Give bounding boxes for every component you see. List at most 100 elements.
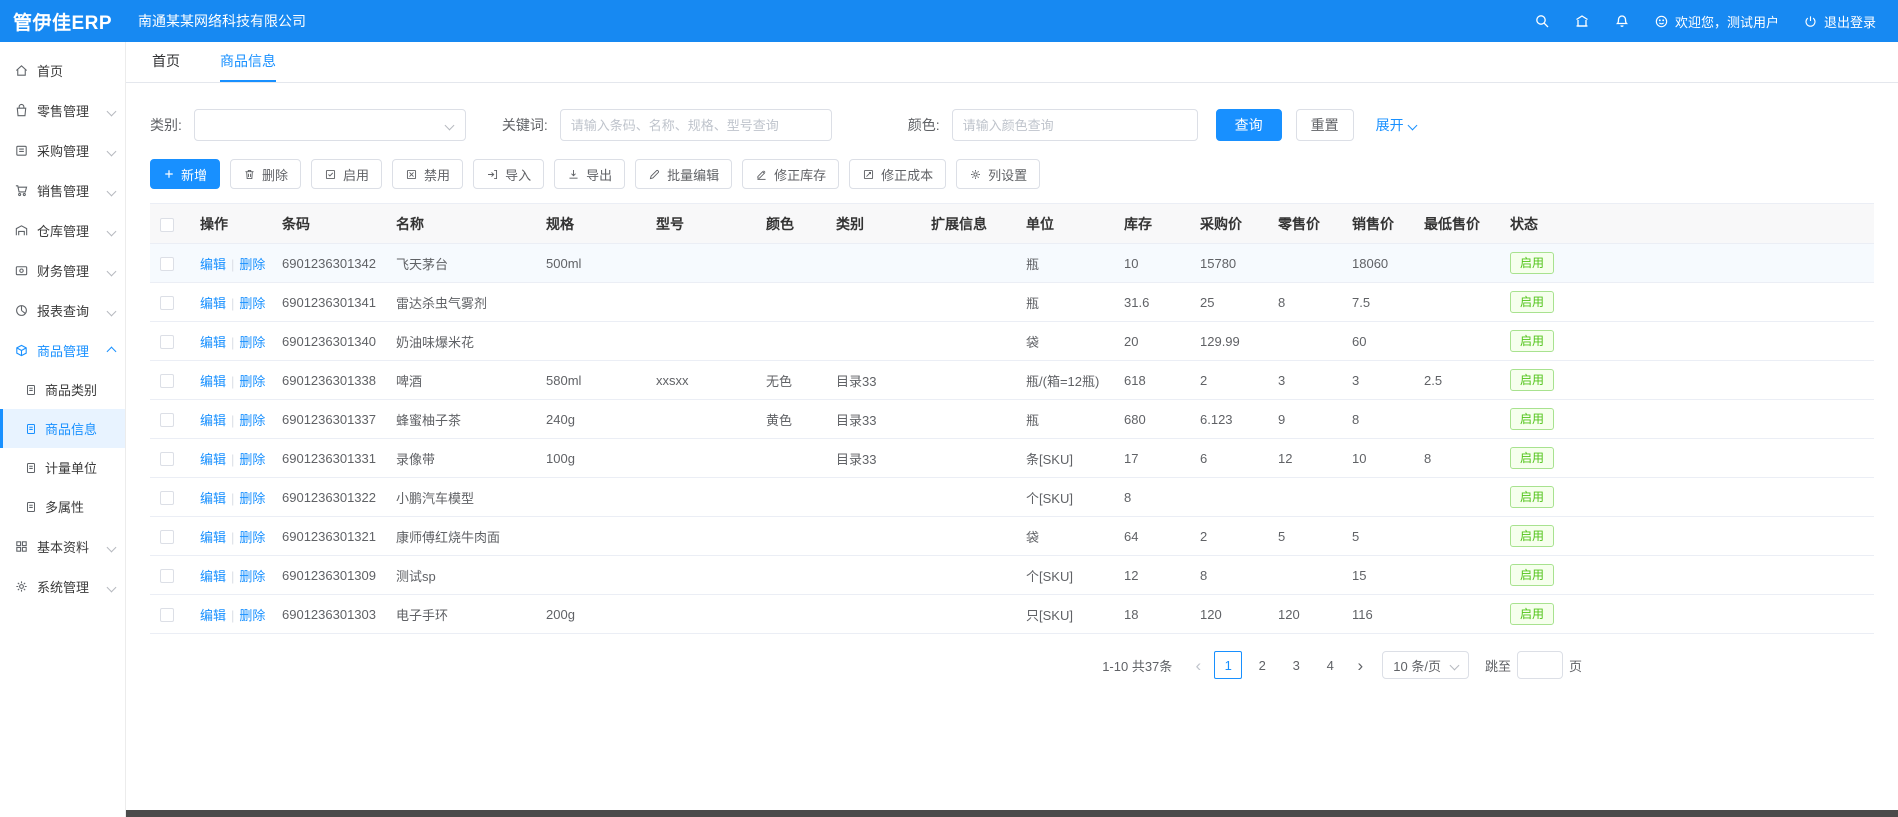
- row-checkbox[interactable]: [160, 530, 174, 544]
- chevron-down-icon: [1450, 660, 1460, 670]
- delete-link[interactable]: 删除: [239, 296, 265, 311]
- row-checkbox[interactable]: [160, 413, 174, 427]
- search-icon[interactable]: [1534, 13, 1550, 29]
- column-settings-button[interactable]: 列设置: [956, 159, 1040, 189]
- disable-button[interactable]: 禁用: [392, 159, 463, 189]
- row-checkbox[interactable]: [160, 491, 174, 505]
- page-button-2[interactable]: 2: [1248, 651, 1276, 679]
- delete-link[interactable]: 删除: [239, 413, 265, 428]
- add-button[interactable]: 新增: [150, 159, 220, 189]
- horizontal-scrollbar[interactable]: [126, 810, 1898, 817]
- edit-link[interactable]: 编辑: [200, 413, 226, 428]
- edit-link[interactable]: 编辑: [200, 452, 226, 467]
- edit-link[interactable]: 编辑: [200, 530, 226, 545]
- sidebar-item-product[interactable]: 商品管理: [0, 330, 125, 370]
- tab-home[interactable]: 首页: [152, 42, 180, 82]
- welcome-user[interactable]: 欢迎您，测试用户: [1654, 12, 1779, 31]
- row-checkbox[interactable]: [160, 296, 174, 310]
- next-page-button[interactable]: ›: [1350, 657, 1370, 674]
- checkbox-cell: [150, 244, 190, 283]
- sidebar-item-purchase[interactable]: 采购管理: [0, 130, 125, 170]
- select-all-checkbox[interactable]: [160, 218, 174, 232]
- sidebar-item-sales[interactable]: 销售管理: [0, 170, 125, 210]
- cell-purchase-price: 6: [1190, 439, 1268, 478]
- body-row: 首页零售管理采购管理销售管理仓库管理财务管理报表查询商品管理商品类别商品信息计量…: [0, 42, 1898, 817]
- edit-link[interactable]: 编辑: [200, 296, 226, 311]
- delete-link[interactable]: 删除: [239, 257, 265, 272]
- row-checkbox[interactable]: [160, 374, 174, 388]
- page-button-3[interactable]: 3: [1282, 651, 1310, 679]
- toolbar-button-label: 列设置: [988, 165, 1027, 184]
- sidebar-item-finance[interactable]: 财务管理: [0, 250, 125, 290]
- row-checkbox[interactable]: [160, 569, 174, 583]
- sidebar-subitem-label: 计量单位: [45, 458, 97, 477]
- import-button[interactable]: 导入: [473, 159, 544, 189]
- delete-button[interactable]: 删除: [230, 159, 301, 189]
- edit-link[interactable]: 编辑: [200, 374, 226, 389]
- edit-link[interactable]: 编辑: [200, 335, 226, 350]
- chevron-down-icon: [108, 183, 115, 198]
- delete-link[interactable]: 删除: [239, 608, 265, 623]
- edit-link[interactable]: 编辑: [200, 491, 226, 506]
- color-input[interactable]: [952, 109, 1198, 141]
- reset-button[interactable]: 重置: [1296, 109, 1354, 141]
- cell-spec: [536, 322, 646, 361]
- filler-cell: [1568, 400, 1874, 439]
- prev-page-button[interactable]: ‹: [1188, 657, 1208, 674]
- shop-icon[interactable]: [1574, 13, 1590, 29]
- sidebar-item-basedata[interactable]: 基本资料: [0, 526, 125, 566]
- row-checkbox[interactable]: [160, 608, 174, 622]
- row-checkbox[interactable]: [160, 257, 174, 271]
- sidebar-item-label: 系统管理: [37, 577, 89, 596]
- edit-link[interactable]: 编辑: [200, 569, 226, 584]
- cell-spec: [536, 556, 646, 595]
- report-icon: [14, 303, 29, 318]
- sidebar-subitem-attributes[interactable]: 多属性: [0, 487, 125, 526]
- delete-link[interactable]: 删除: [239, 335, 265, 350]
- chevron-down-icon: [108, 103, 115, 118]
- sidebar-subitem-product-category[interactable]: 商品类别: [0, 370, 125, 409]
- sidebar-item-report[interactable]: 报表查询: [0, 290, 125, 330]
- jump-page-input[interactable]: [1517, 651, 1563, 679]
- search-button[interactable]: 查询: [1216, 109, 1282, 141]
- cell-stock: 17: [1114, 439, 1190, 478]
- logout-button[interactable]: 退出登录: [1803, 12, 1876, 31]
- export-button[interactable]: 导出: [554, 159, 625, 189]
- sidebar-subitem-unit[interactable]: 计量单位: [0, 448, 125, 487]
- table-row: 编辑|删除6901236301338啤酒580mlxxsxx无色目录33瓶/(箱…: [150, 361, 1874, 400]
- page-button-1[interactable]: 1: [1214, 651, 1242, 679]
- page-size-select[interactable]: 10 条/页: [1382, 651, 1469, 679]
- cell-sale-price: 60: [1342, 322, 1414, 361]
- edit-link[interactable]: 编辑: [200, 608, 226, 623]
- basedata-icon: [14, 539, 29, 554]
- expand-link[interactable]: 展开: [1376, 115, 1416, 135]
- batch-edit-button[interactable]: 批量编辑: [635, 159, 732, 189]
- tab-product-info[interactable]: 商品信息: [220, 42, 276, 82]
- cell-sale-price: 18060: [1342, 244, 1414, 283]
- enable-button[interactable]: 启用: [311, 159, 382, 189]
- fix-cost-button[interactable]: 修正成本: [849, 159, 946, 189]
- edit-link[interactable]: 编辑: [200, 257, 226, 272]
- page-button-4[interactable]: 4: [1316, 651, 1344, 679]
- sidebar-item-home[interactable]: 首页: [0, 50, 125, 90]
- sidebar-item-warehouse[interactable]: 仓库管理: [0, 210, 125, 250]
- cell-name: 雷达杀虫气雾剂: [386, 283, 536, 322]
- delete-link[interactable]: 删除: [239, 491, 265, 506]
- fix-stock-button[interactable]: 修正库存: [742, 159, 839, 189]
- keyword-input[interactable]: [560, 109, 832, 141]
- delete-link[interactable]: 删除: [239, 452, 265, 467]
- delete-link[interactable]: 删除: [239, 569, 265, 584]
- cell-color: [756, 244, 826, 283]
- row-checkbox[interactable]: [160, 335, 174, 349]
- sidebar-subitem-label: 商品类别: [45, 380, 97, 399]
- sidebar-subitem-product-info[interactable]: 商品信息: [0, 409, 125, 448]
- row-checkbox[interactable]: [160, 452, 174, 466]
- delete-link[interactable]: 删除: [239, 530, 265, 545]
- category-select[interactable]: [194, 109, 466, 141]
- sidebar-item-retail[interactable]: 零售管理: [0, 90, 125, 130]
- action-cell: 编辑|删除: [190, 400, 272, 439]
- sidebar-item-system[interactable]: 系统管理: [0, 566, 125, 606]
- bell-icon[interactable]: [1614, 13, 1630, 29]
- delete-link[interactable]: 删除: [239, 374, 265, 389]
- sidebar-item-label: 销售管理: [37, 181, 89, 200]
